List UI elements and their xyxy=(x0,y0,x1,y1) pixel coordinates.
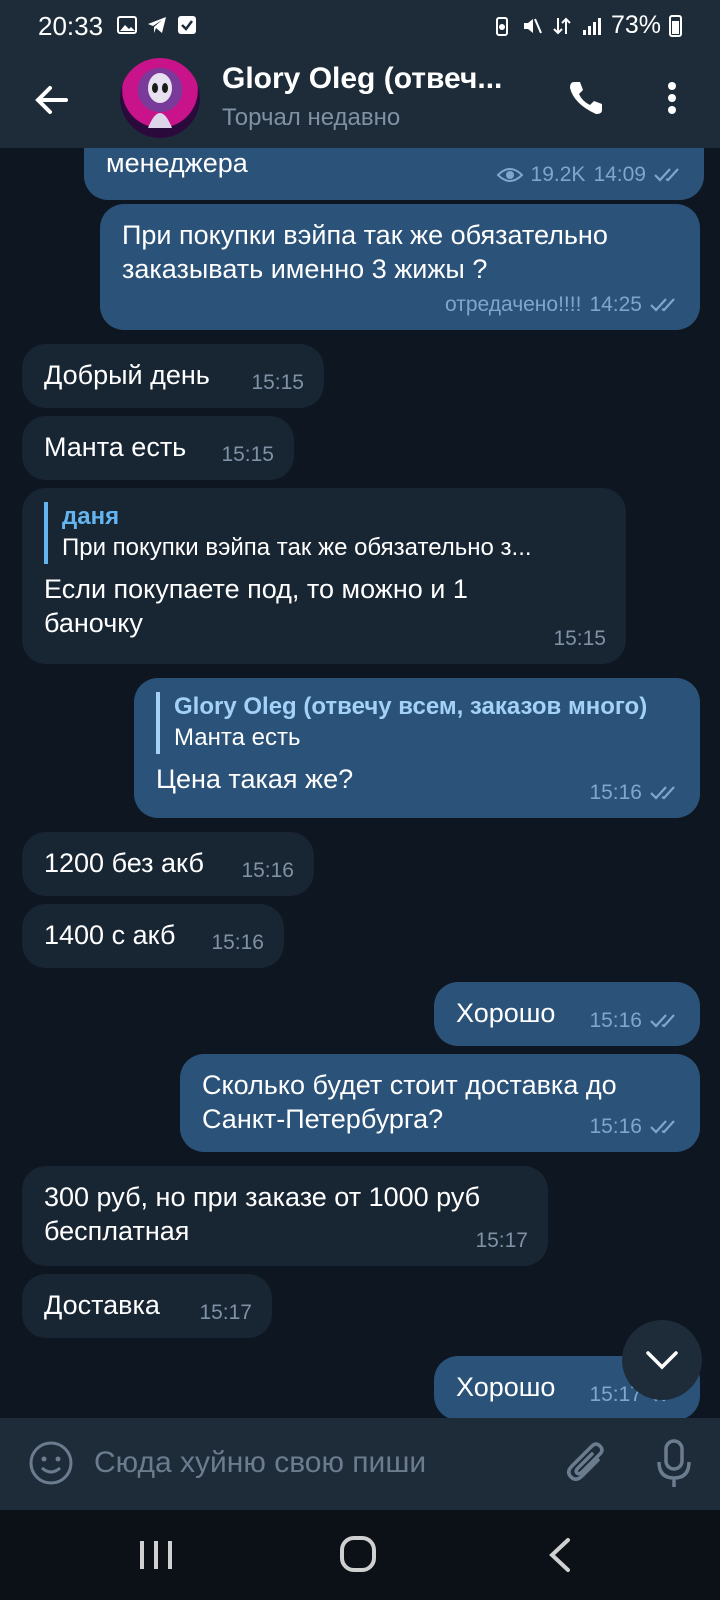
message-time: 15:16 xyxy=(211,931,264,954)
phone-icon[interactable] xyxy=(564,76,608,120)
alien-avatar-icon xyxy=(148,73,172,128)
last-seen-status: Торчал недавно xyxy=(222,104,401,131)
message-time: 15:17 xyxy=(199,1301,252,1324)
notification-icons xyxy=(116,14,198,36)
scroll-down-button[interactable] xyxy=(622,1320,702,1400)
telegram-icon xyxy=(148,17,166,33)
outgoing-message[interactable]: Сколько будет стоит доставка до Санкт-Пе… xyxy=(180,1054,700,1152)
composer xyxy=(0,1418,720,1510)
incoming-message[interactable]: 1400 с акб 15:16 xyxy=(22,904,284,968)
message-text: Манта есть xyxy=(44,432,187,462)
recent-apps-icon[interactable] xyxy=(136,1537,176,1573)
message-text: Доставка xyxy=(44,1290,160,1320)
outgoing-message[interactable]: менеджера 19.2K 14:09 xyxy=(84,148,704,200)
battery-saver-icon xyxy=(495,16,508,36)
more-vertical-icon[interactable] xyxy=(660,76,684,120)
edited-label: отредачено!!!! xyxy=(444,293,582,316)
message-time: 15:16 xyxy=(241,859,294,882)
message-time: 15:16 xyxy=(589,1009,642,1032)
message-text: Сколько будет стоит доставка до Санкт-Пе… xyxy=(202,1070,617,1134)
incoming-message[interactable]: 300 руб, но при заказе от 1000 руб беспл… xyxy=(22,1166,548,1266)
incoming-message[interactable]: Добрый день 15:15 xyxy=(22,344,324,408)
system-indicators: 73% xyxy=(491,11,682,40)
message-time: 15:15 xyxy=(221,443,274,466)
checkbox-icon xyxy=(178,16,196,34)
message-meta: 15:17 xyxy=(199,1296,252,1330)
system-navigation-bar xyxy=(0,1510,720,1600)
gallery-icon xyxy=(117,16,137,34)
message-text: менеджера xyxy=(106,148,248,178)
message-time: 15:15 xyxy=(553,627,606,650)
back-chevron-icon[interactable] xyxy=(546,1536,574,1574)
data-icon xyxy=(553,17,571,34)
incoming-message[interactable]: 1200 без акб 15:16 xyxy=(22,832,314,896)
outgoing-message[interactable]: При покупки вэйпа так же обязательно зак… xyxy=(100,204,700,330)
message-meta: 15:16 xyxy=(589,1004,680,1038)
microphone-icon[interactable] xyxy=(654,1438,694,1490)
double-check-icon xyxy=(650,298,675,312)
message-time: 15:16 xyxy=(589,1115,642,1138)
outgoing-message[interactable]: Glory Oleg (отвечу всем, заказов много) … xyxy=(134,678,700,818)
message-time: 15:17 xyxy=(475,1229,528,1252)
eye-icon xyxy=(496,168,523,182)
reply-author: Glory Oleg (отвечу всем, заказов много) xyxy=(174,693,648,720)
message-meta: 15:15 xyxy=(553,622,606,656)
message-meta: 15:16 xyxy=(589,1110,680,1144)
incoming-message[interactable]: Доставка 15:17 xyxy=(22,1274,272,1338)
paperclip-icon[interactable] xyxy=(564,1438,610,1488)
message-list[interactable]: менеджера 19.2K 14:09 При покупки вэйпа … xyxy=(0,148,720,1418)
double-check-icon xyxy=(650,1120,675,1134)
back-arrow-icon[interactable] xyxy=(30,78,74,122)
reply-preview[interactable]: Glory Oleg (отвечу всем, заказов много) … xyxy=(156,692,678,754)
status-time: 20:33 xyxy=(38,11,104,41)
message-time: 14:09 xyxy=(593,163,646,186)
reply-preview[interactable]: даня При покупки вэйпа так же обязательн… xyxy=(44,502,604,564)
mute-icon xyxy=(523,18,542,33)
double-check-icon xyxy=(650,1014,675,1028)
message-text: 1200 без акб xyxy=(44,848,204,878)
message-meta: 15:16 xyxy=(589,776,680,810)
battery-percent: 73% xyxy=(610,11,661,39)
message-text: Хорошо xyxy=(456,1372,556,1402)
chat-title[interactable]: Glory Oleg (отвеч... xyxy=(222,62,522,96)
status-bar: 20:33 73% xyxy=(0,0,720,52)
message-meta: отредачено!!!! 14:25 xyxy=(445,288,680,322)
message-time: 14:25 xyxy=(589,293,642,316)
view-count: 19.2K xyxy=(530,163,586,186)
avatar[interactable] xyxy=(120,58,200,138)
chevron-down-icon xyxy=(646,1351,678,1370)
outgoing-message[interactable]: Хорошо 15:16 xyxy=(434,982,700,1046)
message-text: 300 руб, но при заказе от 1000 руб беспл… xyxy=(44,1182,481,1246)
emoji-icon[interactable] xyxy=(28,1440,74,1486)
message-meta: 15:15 xyxy=(251,366,304,400)
message-meta: 15:17 xyxy=(475,1224,528,1258)
signal-icon xyxy=(582,17,601,35)
message-text: При покупки вэйпа так же обязательно зак… xyxy=(122,220,608,284)
message-text: Если покупаете под, то можно и 1 баночку xyxy=(44,574,468,638)
message-text: Добрый день xyxy=(44,360,210,390)
double-check-icon xyxy=(650,786,675,800)
message-text: Хорошо xyxy=(456,998,556,1028)
message-text: Цена такая же? xyxy=(156,764,354,794)
battery-icon xyxy=(669,14,682,37)
chat-header: Glory Oleg (отвеч... Торчал недавно xyxy=(0,52,720,148)
message-input[interactable] xyxy=(94,1440,534,1486)
message-meta: 15:15 xyxy=(221,438,274,472)
message-meta: 19.2K 14:09 xyxy=(496,158,684,192)
reply-quote: При покупки вэйпа так же обязательно з..… xyxy=(62,534,532,561)
message-text: 1400 с акб xyxy=(44,920,176,950)
incoming-message[interactable]: даня При покупки вэйпа так же обязательн… xyxy=(22,488,626,664)
home-icon[interactable] xyxy=(338,1534,378,1574)
reply-author: даня xyxy=(62,503,120,530)
double-check-icon xyxy=(654,168,679,182)
message-time: 15:15 xyxy=(251,371,304,394)
message-time: 15:16 xyxy=(589,781,642,804)
incoming-message[interactable]: Манта есть 15:15 xyxy=(22,416,294,480)
message-meta: 15:16 xyxy=(241,854,294,888)
message-meta: 15:16 xyxy=(211,926,264,960)
reply-quote: Манта есть xyxy=(174,724,301,751)
